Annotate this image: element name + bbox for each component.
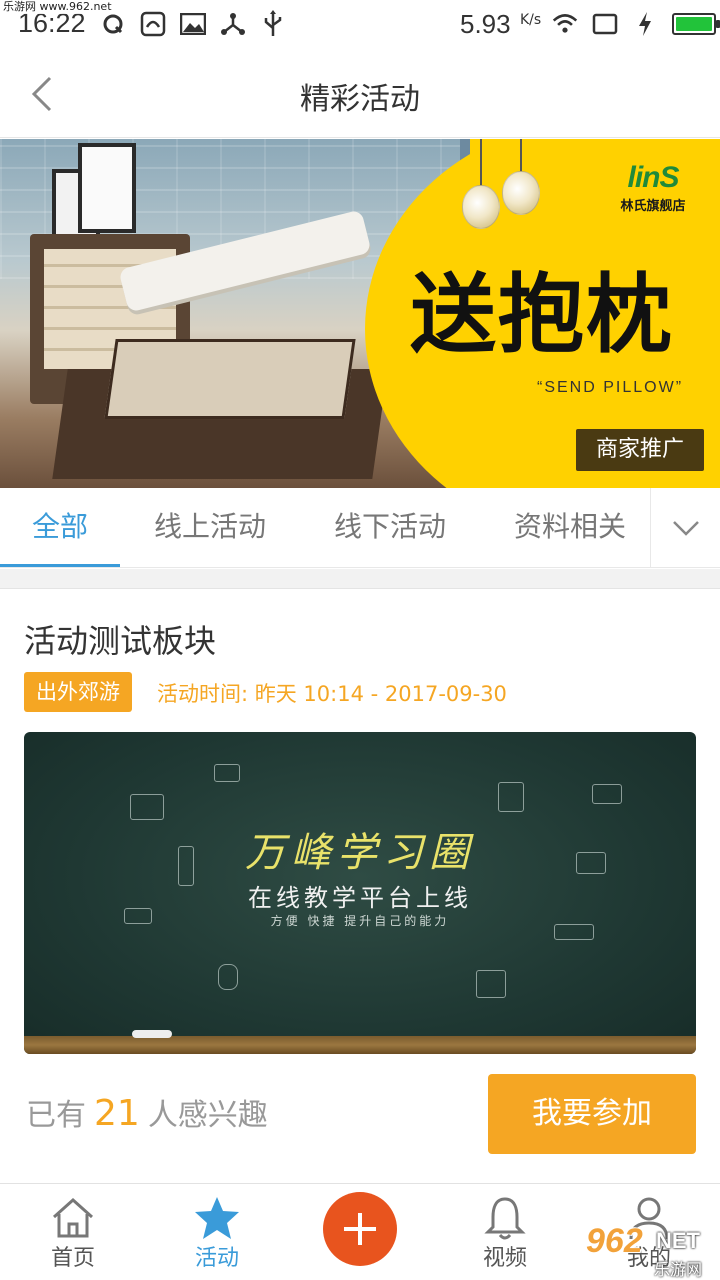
section-divider bbox=[0, 569, 720, 589]
tab-offline[interactable]: 线下活动 bbox=[320, 488, 460, 568]
watermark-top: 乐游网 www.962.net bbox=[0, 0, 115, 14]
gallery-icon bbox=[180, 10, 206, 38]
join-button[interactable]: 我要参加 bbox=[488, 1074, 696, 1154]
charging-icon bbox=[632, 10, 658, 38]
chevron-down-icon bbox=[672, 521, 699, 536]
add-button[interactable] bbox=[323, 1192, 397, 1266]
doodle bbox=[130, 794, 164, 820]
uc-browser-icon bbox=[140, 10, 166, 38]
interest-prefix: 已有 bbox=[26, 1098, 86, 1133]
doodle bbox=[592, 784, 622, 804]
tab-all[interactable]: 全部 bbox=[0, 488, 120, 568]
activity-image[interactable]: 万峰学习圈 在线教学平台上线 方便 快捷 提升自己的能力 bbox=[24, 732, 696, 1054]
bottom-tab-activity[interactable]: 活动 bbox=[162, 1184, 272, 1280]
board-title: 万峰学习圈 bbox=[245, 830, 475, 876]
tab-online[interactable]: 线上活动 bbox=[140, 488, 280, 568]
tabs-more-button[interactable] bbox=[650, 488, 720, 568]
activity-time: 活动时间: 昨天 10:14 - 2017-09-30 bbox=[157, 682, 507, 706]
board-subtitle: 在线教学平台上线 bbox=[248, 884, 472, 912]
system-icons bbox=[552, 10, 720, 38]
plus-icon bbox=[344, 1213, 376, 1245]
share-icon bbox=[220, 10, 246, 38]
battery-level bbox=[676, 17, 712, 31]
lamp-icon bbox=[462, 185, 500, 229]
star-icon bbox=[192, 1194, 242, 1242]
nav-bar: 精彩活动 bbox=[0, 50, 720, 138]
banner-headline: 送抱枕 bbox=[410, 265, 674, 365]
wifi-icon bbox=[552, 10, 578, 38]
tab-indicator bbox=[0, 564, 120, 567]
chalk-piece bbox=[132, 1030, 172, 1038]
battery-icon bbox=[672, 13, 720, 35]
lamp-icon bbox=[502, 171, 540, 215]
bottom-tab-label: 视频 bbox=[482, 1246, 527, 1271]
brand-name: 林氏旗舰店 bbox=[620, 199, 686, 214]
brand-logo: linS 林氏旗舰店 bbox=[610, 163, 696, 215]
interest-count-text: 已有 21 人感兴趣 bbox=[26, 1090, 268, 1134]
interest-suffix: 人感兴趣 bbox=[147, 1098, 268, 1133]
activity-title: 活动测试板块 bbox=[24, 622, 217, 660]
banner-subline: “SEND PILLOW” bbox=[537, 379, 684, 396]
bottom-tab-label: 活动 bbox=[194, 1246, 239, 1271]
doodle bbox=[476, 970, 506, 998]
tab-materials[interactable]: 资料相关 bbox=[500, 488, 640, 568]
doodle bbox=[498, 782, 524, 812]
bell-icon bbox=[480, 1194, 530, 1242]
ad-badge: 商家推广 bbox=[576, 429, 704, 471]
page-title: 精彩活动 bbox=[300, 82, 420, 117]
usb-icon bbox=[260, 10, 286, 38]
promo-banner[interactable]: linS 林氏旗舰店 送抱枕 “SEND PILLOW” 商家推广 bbox=[0, 139, 720, 488]
status-bar: 16:22 5.93 K/s 乐游网 www.962.net bbox=[0, 0, 720, 50]
chalk-ledge bbox=[24, 1036, 696, 1054]
notification-icons bbox=[100, 10, 286, 38]
board-tagline: 方便 快捷 提升自己的能力 bbox=[270, 914, 450, 928]
network-speed: 5.93 bbox=[460, 9, 511, 39]
activity-card[interactable]: 活动测试板块 出外郊游 活动时间: 昨天 10:14 - 2017-09-30 … bbox=[0, 590, 720, 1182]
q-app-icon bbox=[100, 10, 126, 38]
activity-tag: 出外郊游 bbox=[24, 672, 132, 712]
sim-icon bbox=[592, 10, 618, 38]
doodle bbox=[214, 764, 240, 782]
network-speed-unit: K/s bbox=[520, 12, 542, 28]
watermark-logo: 962 NET 乐游网 bbox=[586, 1222, 703, 1279]
home-icon bbox=[48, 1194, 98, 1242]
bottom-tab-home[interactable]: 首页 bbox=[18, 1184, 128, 1280]
bottom-tab-label: 首页 bbox=[50, 1246, 95, 1271]
bottom-tab-video[interactable]: 视频 bbox=[450, 1184, 560, 1280]
doodle bbox=[218, 964, 238, 990]
category-tabs: 全部 线上活动 线下活动 资料相关 bbox=[0, 488, 720, 568]
interest-count: 21 bbox=[94, 1093, 140, 1134]
